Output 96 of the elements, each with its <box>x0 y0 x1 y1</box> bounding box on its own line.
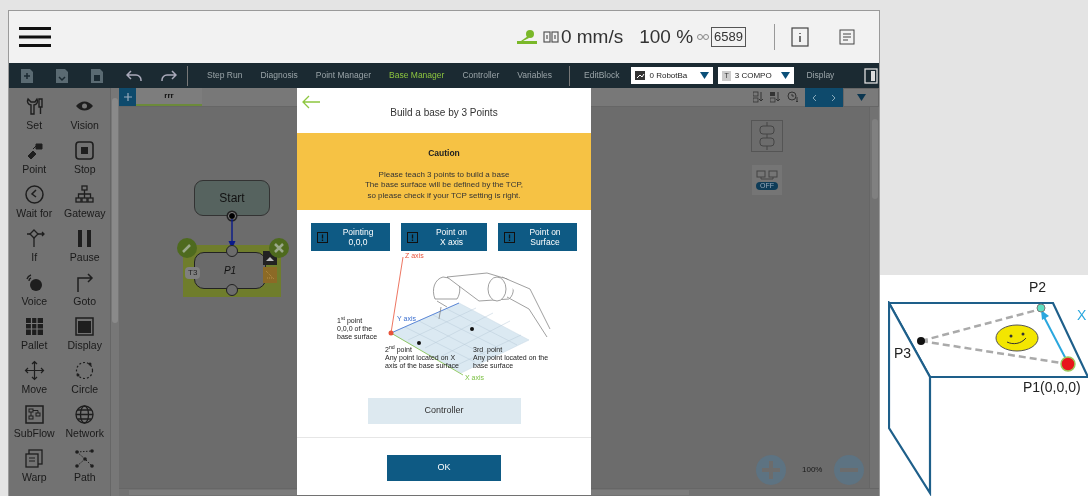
palette-item[interactable]: Network <box>59 404 110 444</box>
undo-icon[interactable] <box>126 69 142 82</box>
globe-icon <box>74 404 96 425</box>
caution-text: Please teach 3 points to build a base The base surface will be defined by the TCP, so please check if your TCP setting is right. <box>365 169 523 202</box>
toolbar-tab[interactable]: Variables <box>508 69 562 82</box>
caret-icon <box>781 72 791 79</box>
speaker-icon <box>23 272 45 293</box>
palette-item[interactable]: SubFlow <box>9 404 60 444</box>
point-label: P1(0,0,0) <box>1023 379 1081 395</box>
toolbar-tab[interactable]: Diagnosis <box>251 69 307 82</box>
sort-descending-icon[interactable] <box>753 91 764 103</box>
palette-item[interactable]: Goto <box>59 272 110 312</box>
hierarchy-icon <box>74 184 96 205</box>
path-points-icon <box>74 448 96 469</box>
back-arrow-icon[interactable] <box>302 95 320 109</box>
toolbar-tab[interactable]: Point Manager <box>306 69 381 82</box>
turn-arrow-icon <box>74 272 96 293</box>
layout-icon[interactable] <box>751 120 783 152</box>
point-label: P3 <box>894 345 912 361</box>
adjust-icon[interactable] <box>697 32 710 42</box>
robot-status-icon <box>514 29 537 45</box>
output-port-icon <box>226 284 238 296</box>
controller-button[interactable]: Controller <box>367 398 521 424</box>
connector-dot-icon <box>226 210 238 222</box>
chevron-right-icon <box>831 93 836 102</box>
speed-icon <box>542 29 559 45</box>
sort-ascending-icon[interactable] <box>770 91 781 103</box>
input-port-icon <box>226 245 238 257</box>
edit-icon[interactable] <box>177 238 197 258</box>
monitor-icon <box>74 316 96 337</box>
palette-item[interactable]: Warp <box>9 448 60 488</box>
point-label: X <box>1077 307 1087 323</box>
toolbar-tab[interactable]: Controller <box>453 69 509 82</box>
palette-item[interactable]: Point <box>9 140 60 180</box>
clock-icon <box>23 184 45 205</box>
palette-item[interactable]: Gateway <box>59 184 110 224</box>
grid-icon <box>23 316 45 337</box>
warning-icon <box>504 231 515 243</box>
point-button[interactable]: Point on X axis <box>401 223 487 251</box>
palette-item[interactable]: Circle <box>59 360 110 400</box>
open-file-icon[interactable] <box>54 67 70 84</box>
start-node[interactable]: Start <box>194 180 270 216</box>
flow-tab[interactable]: rrr <box>136 88 202 106</box>
point-button[interactable]: Point on Surface <box>498 223 577 251</box>
move-arrows-icon <box>23 360 45 381</box>
new-file-icon[interactable] <box>19 67 35 84</box>
caution-title: Caution <box>428 147 460 160</box>
menu-icon[interactable] <box>19 26 51 48</box>
info-icon[interactable] <box>791 27 809 47</box>
caret-icon <box>700 72 710 79</box>
palette-item[interactable]: Stop <box>59 140 110 180</box>
linked-frames-icon <box>756 170 778 180</box>
panel-icon[interactable] <box>864 67 879 84</box>
palette-item[interactable]: Voice <box>9 272 60 312</box>
node-tag: T3 <box>185 267 201 279</box>
close-icon[interactable] <box>269 238 289 258</box>
palette-item[interactable]: Set <box>9 96 60 136</box>
point-button[interactable]: Pointing 0,0,0 <box>311 223 390 251</box>
palette-item[interactable]: Pallet <box>9 316 60 356</box>
palette-item[interactable]: Vision <box>59 96 110 136</box>
stop-icon <box>74 140 96 161</box>
path-icon <box>263 267 277 283</box>
palette-item[interactable]: If <box>9 228 60 268</box>
speed-percent: 100 % <box>639 24 694 49</box>
add-tab-button[interactable] <box>119 88 136 106</box>
display-button[interactable]: Display <box>804 69 837 82</box>
pages-icon <box>23 448 45 469</box>
palette-item[interactable]: Wait for <box>9 184 60 224</box>
dotted-circle-icon <box>74 360 96 381</box>
base-dropdown[interactable]: 0 RobotBa <box>631 67 714 84</box>
zoom-level: 100% <box>802 464 823 476</box>
scrollbar[interactable] <box>869 107 879 488</box>
counter-value: 6589 <box>711 27 746 47</box>
redo-icon[interactable] <box>161 69 177 82</box>
editblock-button[interactable]: EditBlock <box>578 69 626 82</box>
point-label: P2 <box>1029 279 1047 295</box>
palette-item[interactable]: Pause <box>59 228 110 268</box>
warning-icon <box>317 231 328 243</box>
plus-icon <box>123 93 132 101</box>
palette-item[interactable]: Move <box>9 360 60 400</box>
dialog-title: Build a base by 3 Points <box>390 106 498 120</box>
subflow-icon <box>23 404 45 425</box>
speed-reading: 0 mm/s <box>560 24 624 49</box>
save-file-icon[interactable] <box>89 67 105 84</box>
chevron-left-icon <box>812 93 817 102</box>
caret-icon <box>856 94 866 101</box>
log-icon[interactable] <box>839 29 855 45</box>
palette-item[interactable]: Display <box>59 316 110 356</box>
scrollbar[interactable] <box>110 88 119 496</box>
toolbar-tab[interactable]: Step Run <box>198 69 252 82</box>
warning-icon <box>407 231 418 243</box>
image-icon <box>635 71 646 80</box>
sort-time-icon[interactable] <box>787 91 799 103</box>
palette-item[interactable]: Path <box>59 448 110 488</box>
ok-button[interactable]: OK <box>387 455 501 481</box>
toolbar-tab[interactable]: Base Manager <box>380 69 454 82</box>
